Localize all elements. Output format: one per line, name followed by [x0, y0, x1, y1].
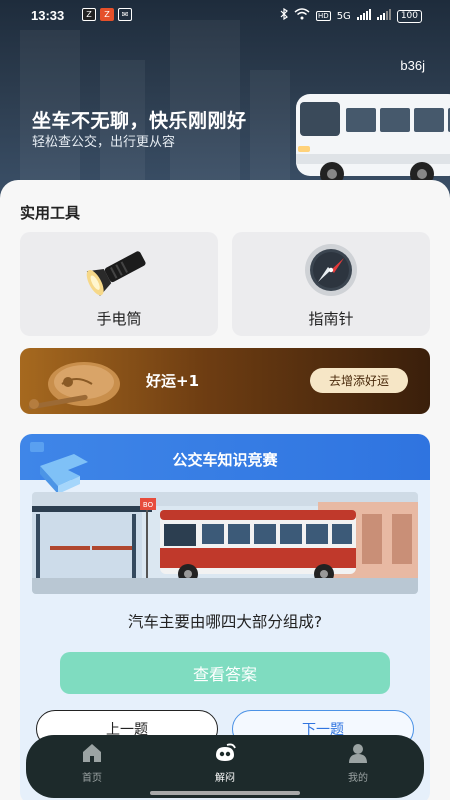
battery-indicator: 100 [396, 9, 422, 23]
luck-text: 好运+1 [146, 372, 200, 390]
app-notification-icon: Z [100, 8, 114, 21]
tab-label-relief: 解闷 [215, 773, 235, 784]
status-right: HD 5G 100 [280, 7, 422, 24]
wooden-fish-icon [26, 354, 136, 414]
tool-label-flashlight: 手电筒 [96, 310, 142, 328]
hero-title: 坐车不无聊，快乐刚刚好 [32, 110, 247, 132]
flashlight-icon [86, 242, 152, 302]
status-bar: 13:33 Z Z ✉ HD 5G 100 [0, 0, 450, 32]
hero-banner: 13:33 Z Z ✉ HD 5G 100 b36j 坐车不无聊，快乐刚刚好 轻… [0, 0, 450, 200]
home-icon [52, 743, 132, 766]
bus-stop-illustration: BO [32, 492, 418, 594]
app-notification-icon: Z [82, 8, 96, 21]
wifi-icon [294, 8, 310, 24]
mail-icon: ✉ [118, 8, 132, 21]
bus-illustration [292, 88, 450, 192]
tab-profile[interactable]: 我的 [318, 743, 398, 784]
notification-icons: Z Z ✉ [82, 8, 132, 21]
luck-banner[interactable]: 好运+1 去增添好运 [20, 348, 430, 414]
quiz-question: 汽车主要由哪四大部分组成? [127, 613, 323, 631]
bottom-tab-bar: 首页 解闷 我的 [26, 735, 424, 798]
profile-icon [318, 743, 398, 766]
hero-subtitle: 轻松查公交，出行更从容 [32, 135, 176, 150]
signal-5g: 5G [336, 10, 351, 22]
status-time: 13:33 [31, 8, 65, 23]
home-indicator[interactable] [150, 791, 300, 795]
add-luck-button[interactable]: 去增添好运 [310, 368, 408, 393]
compass-icon [298, 242, 364, 302]
tab-label-home: 首页 [82, 773, 102, 784]
signal-bars-icon [376, 8, 391, 24]
bluetooth-icon [280, 7, 288, 24]
quiz-title: 公交车知识竞赛 [172, 451, 278, 469]
content-sheet: 实用工具 手电筒 指南针 好运+1 去增添好运 公交车知识竞赛 BO 汽车主要由… [0, 180, 450, 800]
tool-label-compass: 指南针 [308, 310, 354, 328]
section-title-tools: 实用工具 [20, 204, 81, 222]
quiz-header: 公交车知识竞赛 [20, 434, 430, 504]
relief-icon [185, 743, 265, 766]
hd-icon: HD [316, 11, 331, 21]
signal-bars-icon [356, 8, 371, 24]
hero-tag: b36j [400, 58, 425, 73]
tab-home[interactable]: 首页 [52, 743, 132, 784]
tool-card-compass[interactable]: 指南针 [232, 232, 430, 336]
tool-card-flashlight[interactable]: 手电筒 [20, 232, 218, 336]
bus-stop-sign-text: BO [143, 501, 154, 509]
view-answer-button[interactable]: 查看答案 [60, 652, 390, 694]
tab-relief[interactable]: 解闷 [185, 743, 265, 784]
tab-label-profile: 我的 [348, 773, 368, 784]
